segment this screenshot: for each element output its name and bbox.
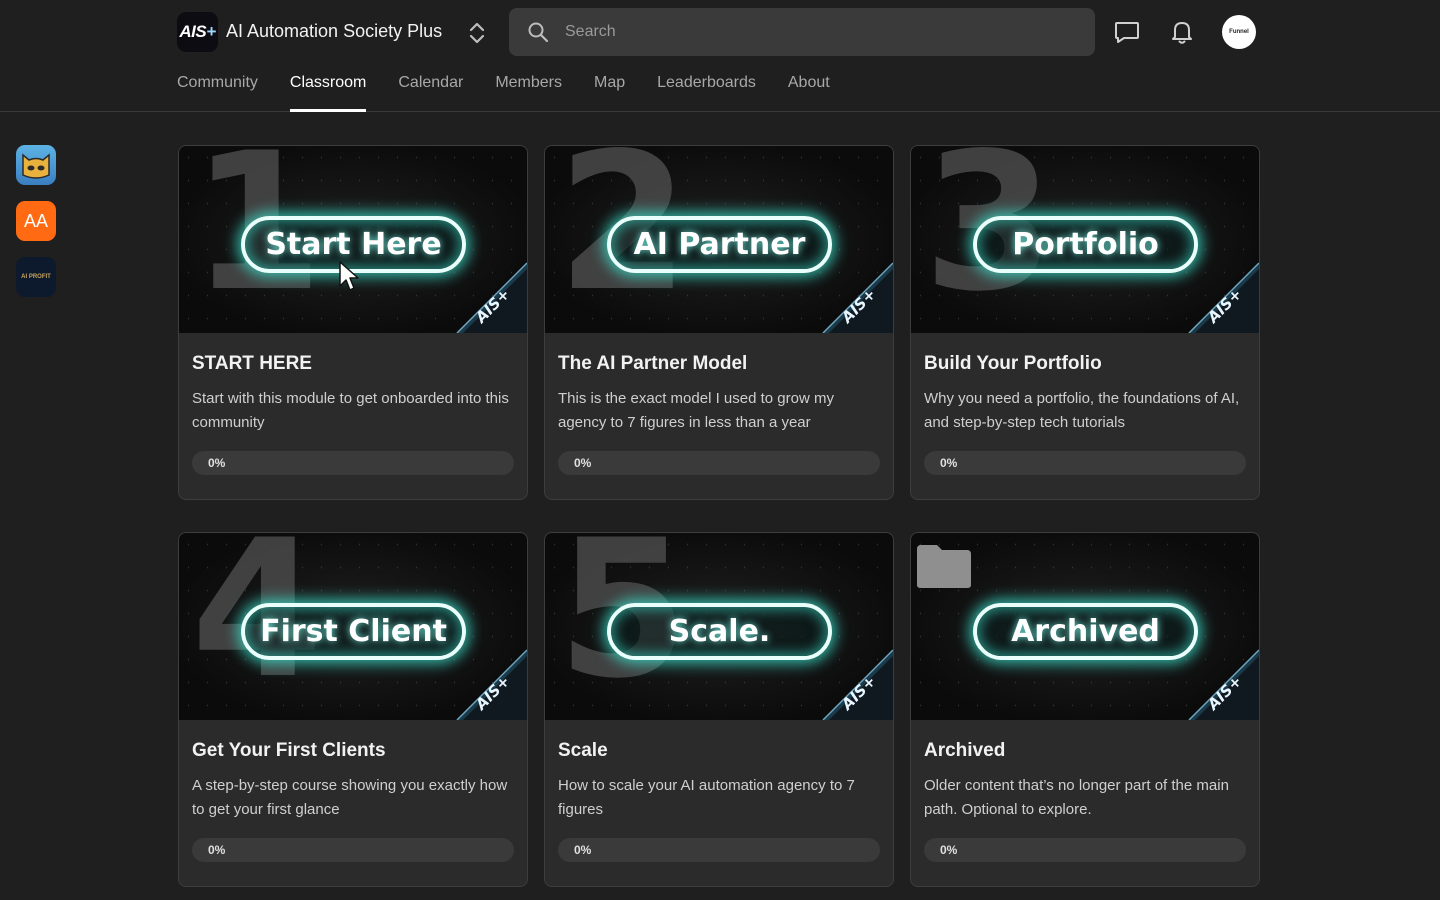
course-title[interactable]: The AI Partner Model: [558, 353, 747, 375]
progress-percent: 0%: [208, 843, 226, 857]
thumbnail-label: AI Partner: [607, 216, 832, 273]
rail-ai-profit-text: AI PROFIT: [21, 274, 51, 280]
tab-classroom[interactable]: Classroom: [289, 72, 367, 112]
tab-community[interactable]: Community: [177, 72, 258, 112]
ais-plus-badge: AIS+: [456, 649, 527, 720]
course-description: Start with this module to get onboarded …: [192, 390, 509, 431]
course-progress-bar: 0%: [192, 838, 514, 862]
search-input[interactable]: [565, 23, 1045, 41]
progress-percent: 0%: [208, 456, 226, 470]
course-title[interactable]: Build Your Portfolio: [924, 353, 1102, 375]
ais-plus-badge: AIS+: [456, 262, 527, 333]
ais-plus-badge: AIS+: [822, 262, 893, 333]
course-progress-bar: 0%: [558, 451, 880, 475]
course-description: Why you need a portfolio, the foundation…: [924, 390, 1240, 431]
rail-community-cat[interactable]: [16, 145, 56, 185]
course-description: A step-by-step course showing you exactl…: [192, 777, 508, 818]
search-bar[interactable]: [509, 8, 1095, 56]
ais-plus-badge: AIS+: [822, 649, 893, 720]
ais-plus-badge: AIS+: [1188, 649, 1259, 720]
thumbnail-label: Archived: [973, 603, 1198, 660]
course-card-scale[interactable]: 5 Scale. AIS+ Scale How to scale your AI…: [544, 532, 894, 887]
logo-plus: +: [206, 22, 216, 41]
course-thumbnail[interactable]: Archived AIS+: [911, 533, 1259, 720]
progress-percent: 0%: [574, 843, 592, 857]
course-card-archived[interactable]: Archived AIS+ Archived Older content tha…: [910, 532, 1260, 887]
course-title[interactable]: START HERE: [192, 353, 312, 375]
folder-icon: [917, 545, 971, 588]
course-thumbnail[interactable]: 2 AI Partner AIS+: [545, 146, 893, 333]
progress-percent: 0%: [574, 456, 592, 470]
thumbnail-label: Scale.: [607, 603, 832, 660]
course-progress-bar: 0%: [924, 838, 1246, 862]
course-card-build-your-portfolio[interactable]: 3 Portfolio AIS+ Build Your Portfolio Wh…: [910, 145, 1260, 500]
mouse-cursor-icon: [339, 261, 359, 291]
chevron-updown-icon[interactable]: [466, 20, 488, 46]
course-card-get-your-first-clients[interactable]: 4 First Client AIS+ Get Your First Clien…: [178, 532, 528, 887]
course-description: How to scale your AI automation agency t…: [558, 777, 855, 818]
search-icon: [528, 22, 549, 43]
course-thumbnail[interactable]: 5 Scale. AIS+: [545, 533, 893, 720]
course-progress-bar: 0%: [924, 451, 1246, 475]
progress-percent: 0%: [940, 843, 958, 857]
rail-aa-text: AA: [23, 210, 48, 231]
top-header: AIS+ AI Automation Society Plus Funnel C…: [0, 0, 1440, 112]
community-nav: Community Classroom Calendar Members Map…: [177, 72, 862, 112]
logo-text: AIS: [179, 22, 207, 41]
avatar-text: Funnel: [1229, 29, 1249, 35]
rail-community-ai-profit[interactable]: AI PROFIT: [16, 257, 56, 297]
thumbnail-label: First Client: [241, 603, 466, 660]
cat-face-icon: [22, 153, 50, 179]
tab-map[interactable]: Map: [594, 72, 625, 112]
course-card-start-here[interactable]: 1 Start Here AIS+ START HERE Start with …: [178, 145, 528, 500]
progress-percent: 0%: [940, 456, 958, 470]
course-description: This is the exact model I used to grow m…: [558, 390, 834, 431]
course-description: Older content that’s no longer part of t…: [924, 777, 1229, 818]
chat-icon[interactable]: [1113, 18, 1141, 46]
course-card-ai-partner-model[interactable]: 2 AI Partner AIS+ The AI Partner Model T…: [544, 145, 894, 500]
thumbnail-label: Portfolio: [973, 216, 1198, 273]
rail-community-aa[interactable]: AA: [16, 201, 56, 241]
course-thumbnail[interactable]: 4 First Client AIS+: [179, 533, 527, 720]
tab-about[interactable]: About: [788, 72, 830, 112]
course-title[interactable]: Get Your First Clients: [192, 740, 386, 762]
ais-plus-badge: AIS+: [1188, 262, 1259, 333]
course-thumbnail[interactable]: 1 Start Here AIS+: [179, 146, 527, 333]
course-progress-bar: 0%: [558, 838, 880, 862]
course-title[interactable]: Scale: [558, 740, 608, 762]
bell-icon[interactable]: [1168, 18, 1196, 46]
community-logo[interactable]: AIS +: [177, 12, 218, 52]
tab-calendar[interactable]: Calendar: [398, 72, 463, 112]
community-name[interactable]: AI Automation Society Plus: [226, 21, 442, 42]
course-progress-bar: 0%: [192, 451, 514, 475]
tab-leaderboards[interactable]: Leaderboards: [657, 72, 756, 112]
course-title[interactable]: Archived: [924, 740, 1005, 762]
course-thumbnail[interactable]: 3 Portfolio AIS+: [911, 146, 1259, 333]
user-avatar[interactable]: Funnel: [1222, 15, 1256, 49]
tab-members[interactable]: Members: [495, 72, 562, 112]
